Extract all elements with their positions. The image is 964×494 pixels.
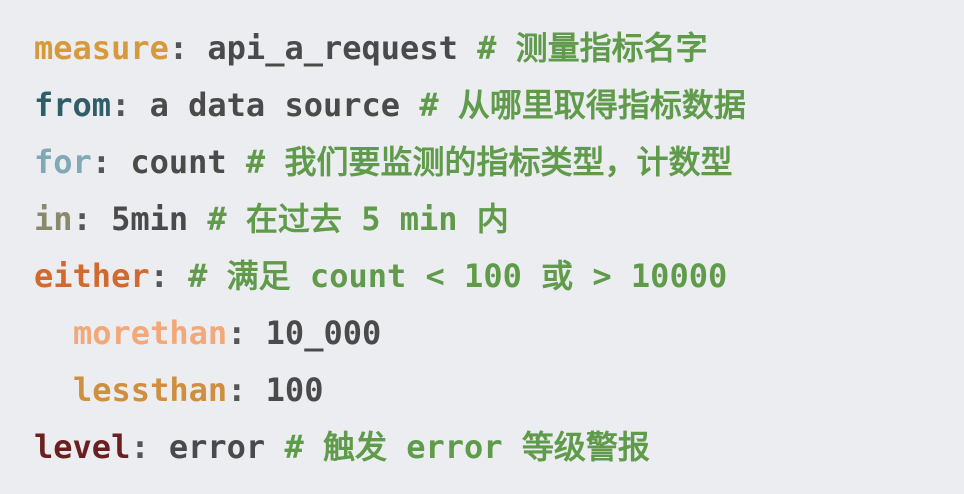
yaml-comment-level: # 触发 error 等级警报 (284, 428, 650, 466)
colon: : (130, 428, 150, 466)
yaml-value-lessthan: 100 (246, 371, 324, 409)
yaml-comment-in: # 在过去 5 min 内 (207, 200, 509, 238)
colon: : (227, 371, 247, 409)
yaml-key-from: from (34, 86, 112, 124)
yaml-key-measure: measure (34, 29, 169, 67)
code-line-for: for: count # 我们要监测的指标类型，计数型 (34, 134, 746, 191)
yaml-code-block: measure: api_a_request # 测量指标名字 from: a … (34, 20, 746, 476)
yaml-value-either (169, 257, 188, 295)
code-line-from: from: a data source # 从哪里取得指标数据 (34, 77, 746, 134)
code-line-level: level: error # 触发 error 等级警报 (34, 419, 746, 476)
colon: : (111, 86, 131, 124)
code-line-lessthan: lessthan: 100 (34, 362, 746, 419)
yaml-key-morethan: morethan (73, 314, 228, 352)
code-line-morethan: morethan: 10_000 (34, 305, 746, 362)
yaml-key-lessthan: lessthan (73, 371, 228, 409)
yaml-value-for: count (111, 143, 246, 181)
yaml-value-morethan: 10_000 (246, 314, 382, 352)
colon: : (91, 143, 112, 181)
colon: : (168, 29, 189, 67)
yaml-key-in: in (34, 200, 73, 238)
colon: : (149, 257, 169, 295)
yaml-comment-from: # 从哪里取得指标数据 (419, 86, 746, 124)
yaml-key-level: level (34, 428, 131, 466)
yaml-value-level: error (149, 428, 285, 466)
yaml-comment-either: # 满足 count < 100 或 > 10000 (188, 257, 728, 295)
code-line-in: in: 5min # 在过去 5 min 内 (34, 191, 746, 248)
code-line-measure: measure: api_a_request # 测量指标名字 (34, 20, 746, 77)
yaml-comment-for: # 我们要监测的指标类型，计数型 (245, 143, 733, 181)
yaml-key-for: for (34, 143, 92, 181)
colon: : (72, 200, 92, 238)
yaml-key-either: either (34, 257, 150, 295)
code-line-either: either: # 满足 count < 100 或 > 10000 (34, 248, 746, 305)
yaml-value-from: a data source (130, 86, 420, 124)
yaml-comment-measure: # 测量指标名字 (477, 29, 708, 67)
yaml-value-measure: api_a_request (188, 29, 478, 67)
yaml-value-in: 5min (91, 200, 208, 238)
colon: : (227, 314, 247, 352)
